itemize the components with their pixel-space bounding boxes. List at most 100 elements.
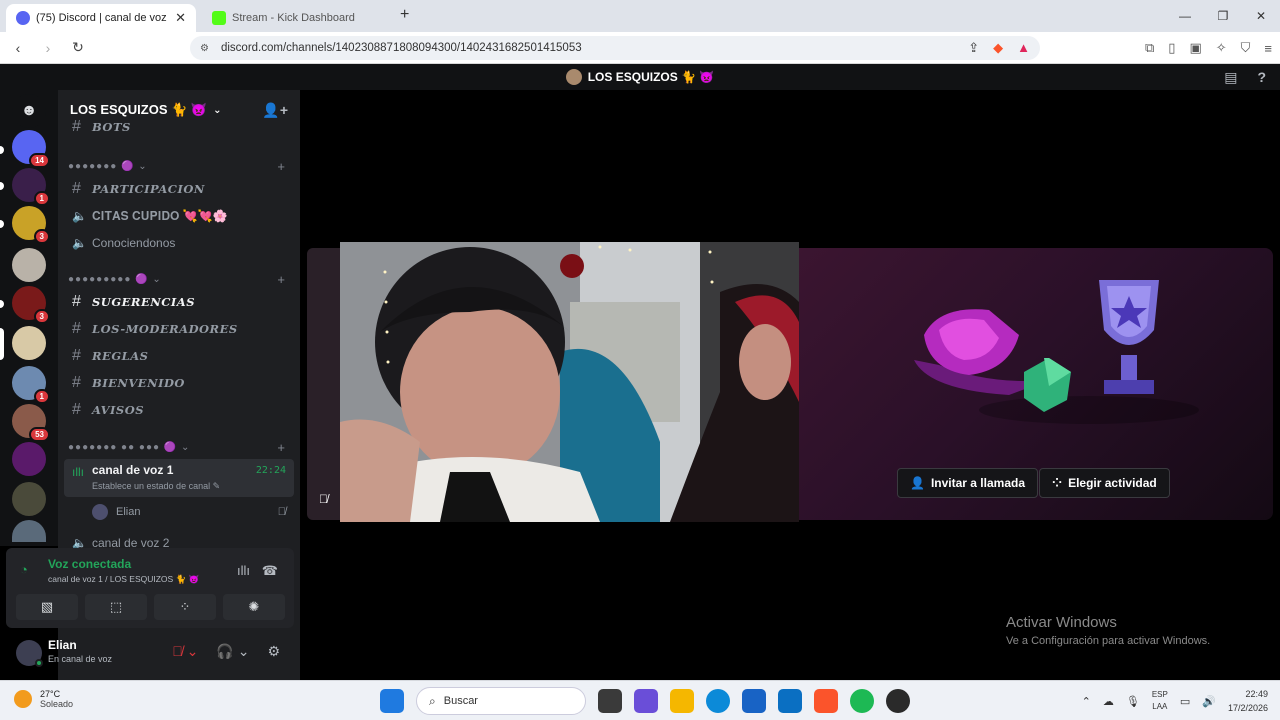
menu-icon[interactable]: ≡ bbox=[1264, 41, 1272, 56]
task-view-icon[interactable] bbox=[598, 689, 622, 713]
inbox-icon[interactable]: ▤ bbox=[1224, 69, 1237, 86]
date: 17/2/2026 bbox=[1227, 703, 1268, 713]
channel-avisos[interactable]: # AVISOS bbox=[66, 398, 292, 422]
category-header[interactable]: ●●●●●●● 🟣 ⌄ + bbox=[68, 157, 290, 175]
wallet-icon[interactable]: ▣ bbox=[1189, 40, 1201, 56]
signal-icon[interactable]: ◔ bbox=[20, 562, 28, 577]
chevron-up-icon[interactable]: ⌃ bbox=[1082, 695, 1091, 708]
clock[interactable]: 22:49 17/2/2026 bbox=[1228, 687, 1268, 715]
forward-icon[interactable]: › bbox=[36, 40, 60, 56]
server-icon-selected[interactable] bbox=[12, 326, 46, 360]
disconnect-icon[interactable]: ☎ bbox=[262, 563, 278, 579]
channel-moderadores[interactable]: # LOS-MODERADORES bbox=[66, 317, 292, 341]
chevron-down-icon: ⌄ bbox=[213, 104, 222, 116]
voice-channel-path[interactable]: canal de voz 1 / LOS ESQUIZOS 🐈 👿 bbox=[48, 574, 199, 585]
server-icon[interactable]: 1 bbox=[12, 366, 50, 404]
site-info-icon[interactable]: ⚙ bbox=[200, 43, 209, 54]
server-icon[interactable] bbox=[12, 520, 46, 542]
server-icon[interactable]: 14 bbox=[12, 130, 50, 168]
channel-bienvenido[interactable]: # BIENVENIDO bbox=[66, 371, 292, 395]
add-channel-icon[interactable]: + bbox=[277, 159, 286, 174]
microphone-icon[interactable]: 🎙 bbox=[1126, 695, 1140, 708]
windows-activation-watermark: Activar Windows Ve a Configuración para … bbox=[1006, 614, 1210, 647]
sidebar-icon[interactable]: ▯ bbox=[1168, 40, 1175, 56]
weather-widget[interactable]: 27°C Soleado bbox=[14, 689, 73, 709]
store-icon[interactable] bbox=[742, 689, 766, 713]
tab-kick[interactable]: Stream - Kick Dashboard bbox=[202, 4, 392, 32]
camera-off-button[interactable]: ▧ bbox=[16, 594, 78, 620]
brave-icon[interactable] bbox=[814, 689, 838, 713]
channel-citas[interactable]: 🔈 𝐂𝐈𝐓𝐀𝐒 𝐂𝐔𝐏𝐈𝐃𝐎 💘💘🌸 bbox=[66, 204, 292, 228]
choose-activity-button[interactable]: ⁘ Elegir actividad bbox=[1039, 468, 1170, 498]
headphones-icon[interactable]: 🎧 ⌄ bbox=[216, 643, 249, 660]
add-user-icon[interactable]: 👤+ bbox=[262, 102, 288, 119]
display-icon[interactable]: ▭ bbox=[1180, 695, 1190, 708]
new-tab-icon[interactable]: + bbox=[400, 6, 409, 24]
webcam-video-tile[interactable] bbox=[340, 242, 799, 522]
outlook-icon[interactable] bbox=[778, 689, 802, 713]
minimize-icon[interactable]: — bbox=[1166, 0, 1204, 32]
channel-reglas[interactable]: # REGLAS bbox=[66, 344, 292, 368]
noise-suppression-icon[interactable]: ıllı bbox=[237, 563, 250, 578]
close-window-icon[interactable]: ✕ bbox=[1242, 0, 1280, 32]
voice-connected-label[interactable]: Voz conectada bbox=[48, 557, 131, 571]
screen-share-button[interactable]: ⬚ bbox=[85, 594, 147, 620]
brave-shield-icon[interactable]: ◆ bbox=[993, 40, 1003, 56]
server-icon[interactable] bbox=[12, 442, 46, 476]
add-person-icon: 👤 bbox=[910, 476, 925, 490]
leo-ai-icon[interactable]: ✧ bbox=[1216, 40, 1227, 56]
activities-button[interactable]: ⁘ bbox=[154, 594, 216, 620]
hash-icon: # bbox=[72, 293, 81, 310]
soundboard-button[interactable]: ✺ bbox=[223, 594, 285, 620]
back-icon[interactable]: ‹ bbox=[6, 40, 30, 56]
add-channel-icon[interactable]: + bbox=[277, 272, 286, 287]
channel-bots[interactable]: # BOTS bbox=[66, 120, 292, 134]
mute-mic-icon[interactable]: 🎙̸ ⌄ bbox=[172, 643, 198, 660]
invite-to-call-button[interactable]: 👤 Invitar a llamada bbox=[897, 468, 1038, 498]
category-name: ●●●●●●● ●● ●●● 🟣 ⌄ bbox=[68, 441, 191, 453]
server-icon[interactable] bbox=[12, 482, 46, 516]
omnibox-icons: ⇪ ◆ ▲ bbox=[968, 40, 1030, 56]
channel-sugerencias[interactable]: # SUGERENCIAS bbox=[66, 290, 292, 314]
edge-icon[interactable] bbox=[706, 689, 730, 713]
category-header[interactable]: ●●●●●●●●● 🟣 ⌄ + bbox=[68, 270, 290, 288]
server-icon[interactable]: 1 bbox=[12, 168, 50, 206]
server-icon[interactable]: 3 bbox=[12, 286, 50, 324]
channel-conociendonos[interactable]: 🔈 Conociendonos bbox=[66, 231, 292, 255]
language-indicator[interactable]: ESP LAA bbox=[1152, 689, 1168, 713]
server-icon[interactable]: 53 bbox=[12, 404, 50, 442]
volume-icon[interactable]: 🔊 bbox=[1202, 695, 1216, 708]
url-field[interactable]: ⚙ discord.com/channels/14023088718080943… bbox=[190, 36, 1040, 60]
voice-activity-icon: ıllı bbox=[72, 465, 84, 479]
channel-status[interactable]: Establece un estado de canal ✎ bbox=[92, 481, 220, 492]
add-channel-icon[interactable]: + bbox=[277, 440, 286, 455]
help-icon[interactable]: ? bbox=[1257, 69, 1266, 86]
cast-icon[interactable]: ⧉ bbox=[1145, 40, 1154, 56]
voice-member[interactable]: Elian 🎙̸ bbox=[92, 502, 292, 522]
share-icon[interactable]: ⇪ bbox=[968, 40, 979, 56]
server-icon[interactable]: 3 bbox=[12, 206, 50, 244]
reload-icon[interactable]: ↻ bbox=[66, 39, 90, 56]
search-placeholder: Buscar bbox=[443, 695, 478, 707]
obs-icon[interactable] bbox=[886, 689, 910, 713]
close-tab-icon[interactable]: ✕ bbox=[175, 10, 186, 26]
brave-rewards-icon[interactable]: ▲ bbox=[1017, 40, 1030, 56]
file-explorer-icon[interactable] bbox=[670, 689, 694, 713]
category-header[interactable]: ●●●●●●● ●● ●●● 🟣 ⌄ + bbox=[68, 438, 290, 456]
spotify-icon[interactable] bbox=[850, 689, 874, 713]
start-icon[interactable] bbox=[380, 689, 404, 713]
channel-participacion[interactable]: # PARTICIPACION bbox=[66, 177, 292, 201]
vpn-icon[interactable]: ⛉ bbox=[1241, 40, 1251, 56]
discord-home-icon[interactable]: ☻ bbox=[12, 94, 46, 128]
copilot-icon[interactable] bbox=[634, 689, 658, 713]
tab-discord[interactable]: (75) Discord | canal de voz 1 | ✕ bbox=[6, 4, 196, 32]
channel-voice-1-selected[interactable]: ıllı canal de voz 1 Establece un estado … bbox=[64, 459, 294, 497]
username[interactable]: Elian bbox=[48, 638, 77, 652]
discord-titlebar: LOS ESQUIZOS 🐈 👿 ▤ ? bbox=[0, 64, 1280, 90]
system-tray: ⌃ ☁ 🎙 ESP LAA ▭ 🔊 22:49 17/2/2026 bbox=[1082, 687, 1268, 715]
server-icon[interactable] bbox=[12, 248, 46, 282]
maximize-icon[interactable]: ❐ bbox=[1204, 0, 1242, 32]
taskbar-search[interactable]: ⌕ Buscar bbox=[416, 687, 586, 715]
network-icon[interactable]: ☁ bbox=[1103, 695, 1114, 708]
settings-gear-icon[interactable]: ⚙ bbox=[267, 643, 280, 660]
